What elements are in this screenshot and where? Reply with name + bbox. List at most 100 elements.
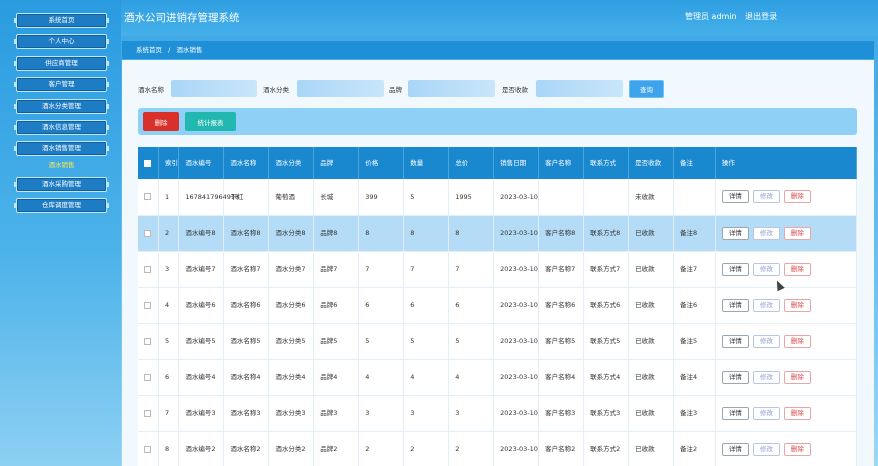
row-checkbox[interactable]: [144, 445, 151, 453]
cell-customer: 客户名称5: [538, 323, 585, 360]
sidebar-item-categories[interactable]: 酒水分类管理: [14, 98, 109, 114]
row-checkbox[interactable]: [144, 265, 151, 273]
cell-note: 备注6: [673, 287, 716, 324]
cell-note: [673, 179, 716, 216]
header-cell: 品牌: [313, 147, 360, 179]
cell-category: 葡萄酒: [268, 179, 315, 216]
cell-date: 2023-03-10: [493, 287, 540, 324]
delete-button[interactable]: 删除: [783, 442, 811, 456]
row-checkbox[interactable]: [144, 301, 151, 309]
row-checkbox-cell[interactable]: [138, 251, 159, 288]
cell-code: 酒水编号8: [178, 215, 225, 252]
table-row[interactable]: 8 酒水编号2 酒水名称2 酒水分类2 品牌2 2 2 2 2023-03-10 客户名称2 联系方…: [138, 431, 858, 466]
table-row[interactable]: 6 酒水编号4 酒水名称4 酒水分类4 品牌4 4 4 4 2023-03-10 客户名称4 联系方…: [138, 359, 858, 396]
edit-button[interactable]: 修改: [752, 262, 780, 276]
table-row[interactable]: 3 酒水编号7 酒水名称7 酒水分类7 品牌7 7 7 7 2023-03-10 客户名称7 联系方…: [138, 251, 858, 288]
table-row[interactable]: 4 酒水编号6 酒水名称6 酒水分类6 品牌6 6 6 6 2023-03-10 客户名称6 联系方…: [138, 287, 858, 324]
stats-report-button[interactable]: 统计报表: [185, 112, 236, 131]
cell-total: 7: [448, 251, 495, 288]
detail-button[interactable]: 详情: [721, 298, 749, 312]
search-button[interactable]: 查询: [629, 80, 664, 98]
sidebar-item-profile[interactable]: 个人中心: [14, 34, 109, 50]
row-checkbox-cell[interactable]: [138, 323, 159, 360]
delete-button[interactable]: 删除: [783, 370, 811, 384]
sidebar-subitem-sales[interactable]: 酒水销售: [16, 161, 107, 170]
row-checkbox[interactable]: [144, 193, 151, 201]
delete-button[interactable]: 删除: [783, 334, 811, 348]
delete-button[interactable]: 删除: [783, 226, 811, 240]
row-checkbox[interactable]: [144, 229, 151, 237]
cell-price: 7: [358, 251, 405, 288]
detail-button[interactable]: 详情: [721, 226, 749, 240]
detail-button[interactable]: 详情: [721, 262, 749, 276]
sidebar-item-sales[interactable]: 酒水销售管理: [14, 141, 109, 157]
edit-button[interactable]: 修改: [752, 442, 780, 456]
row-checkbox[interactable]: [144, 373, 151, 381]
cell-contact: 联系方式4: [583, 359, 630, 396]
edit-button[interactable]: 修改: [752, 226, 780, 240]
edit-button[interactable]: 修改: [752, 298, 780, 312]
delete-button[interactable]: 删除: [783, 262, 811, 276]
breadcrumb: 系统首页 / 酒水销售: [122, 41, 874, 59]
row-checkbox[interactable]: [144, 337, 151, 345]
sidebar-item-customers[interactable]: 客户管理: [14, 77, 109, 93]
brand-input[interactable]: [408, 80, 495, 97]
cell-index: 6: [158, 359, 180, 396]
header-user-area: 管理员 admin 退出登录: [685, 11, 783, 22]
sidebar-item-home[interactable]: 系统首页: [14, 13, 109, 28]
sidebar-item-purchases[interactable]: 酒水采购管理: [14, 176, 109, 192]
row-checkbox-cell[interactable]: [138, 431, 159, 466]
delete-button[interactable]: 删除: [783, 406, 811, 420]
detail-button[interactable]: 详情: [721, 406, 749, 420]
cell-qty: 5: [403, 323, 450, 360]
row-checkbox-cell[interactable]: [138, 359, 159, 396]
cell-price: 399: [358, 179, 405, 216]
header-cell: 联系方式: [583, 147, 630, 179]
row-checkbox[interactable]: [144, 409, 151, 417]
sidebar-item-suppliers[interactable]: 供应商管理: [14, 55, 109, 71]
edit-button[interactable]: 修改: [752, 406, 780, 420]
category-input[interactable]: [297, 80, 384, 97]
row-checkbox-cell[interactable]: [138, 215, 159, 252]
table-body: 1 1678417964918 干红 葡萄酒 长城 399 5 1995 2023-03-10 未…: [138, 179, 858, 466]
edit-button[interactable]: 修改: [752, 370, 780, 384]
logout-link[interactable]: 退出登录: [745, 12, 777, 21]
table-row[interactable]: 1 1678417964918 干红 葡萄酒 长城 399 5 1995 2023-03-10 未…: [138, 179, 858, 216]
header-cell: 价格: [358, 147, 405, 179]
cell-customer: 客户名称6: [538, 287, 585, 324]
table-row[interactable]: 5 酒水编号5 酒水名称5 酒水分类5 品牌5 5 5 5 2023-03-10 客户名称5 联系方…: [138, 323, 858, 360]
detail-button[interactable]: 详情: [721, 190, 749, 204]
breadcrumb-home[interactable]: 系统首页: [136, 46, 162, 54]
detail-button[interactable]: 详情: [721, 442, 749, 456]
detail-button[interactable]: 详情: [721, 334, 749, 348]
row-checkbox-cell[interactable]: [138, 395, 159, 432]
row-checkbox-cell[interactable]: [138, 179, 159, 216]
table-row[interactable]: 2 酒水编号8 酒水名称8 酒水分类8 品牌8 8 8 8 2023-03-10 客户名称8 联系方…: [138, 215, 858, 252]
batch-delete-button[interactable]: 删除: [143, 112, 179, 131]
select-all-checkbox[interactable]: [144, 159, 151, 167]
edit-button[interactable]: 修改: [752, 334, 780, 348]
status-input[interactable]: [536, 80, 623, 97]
cell-category: 酒水分类3: [268, 395, 315, 432]
name-input[interactable]: [171, 80, 257, 97]
detail-button[interactable]: 详情: [721, 370, 749, 384]
edit-button[interactable]: 修改: [752, 190, 780, 204]
delete-button[interactable]: 删除: [783, 190, 811, 204]
cell-contact: 联系方式6: [583, 287, 630, 324]
sidebar-item-liquor-info[interactable]: 酒水信息管理: [14, 119, 109, 135]
row-checkbox-cell[interactable]: [138, 287, 159, 324]
cell-paid: 已收款: [628, 215, 675, 252]
cell-customer: 客户名称2: [538, 431, 585, 466]
header-cell: 总价: [448, 147, 495, 179]
cell-paid: 已收款: [628, 323, 675, 360]
delete-button[interactable]: 删除: [783, 298, 811, 312]
cell-brand: 品牌8: [313, 215, 360, 252]
header-cell: 操作: [715, 147, 858, 179]
cell-category: 酒水分类5: [268, 323, 315, 360]
cell-code: 酒水编号5: [178, 323, 225, 360]
sidebar-item-warehouse[interactable]: 仓库调度管理: [14, 198, 109, 214]
cell-paid: 已收款: [628, 395, 675, 432]
table-row[interactable]: 7 酒水编号3 酒水名称3 酒水分类3 品牌3 3 3 3 2023-03-10 客户名称3 联系方…: [138, 395, 858, 432]
action-bar: 删除 统计报表: [138, 108, 857, 135]
select-all-checkbox-cell[interactable]: [138, 147, 159, 179]
